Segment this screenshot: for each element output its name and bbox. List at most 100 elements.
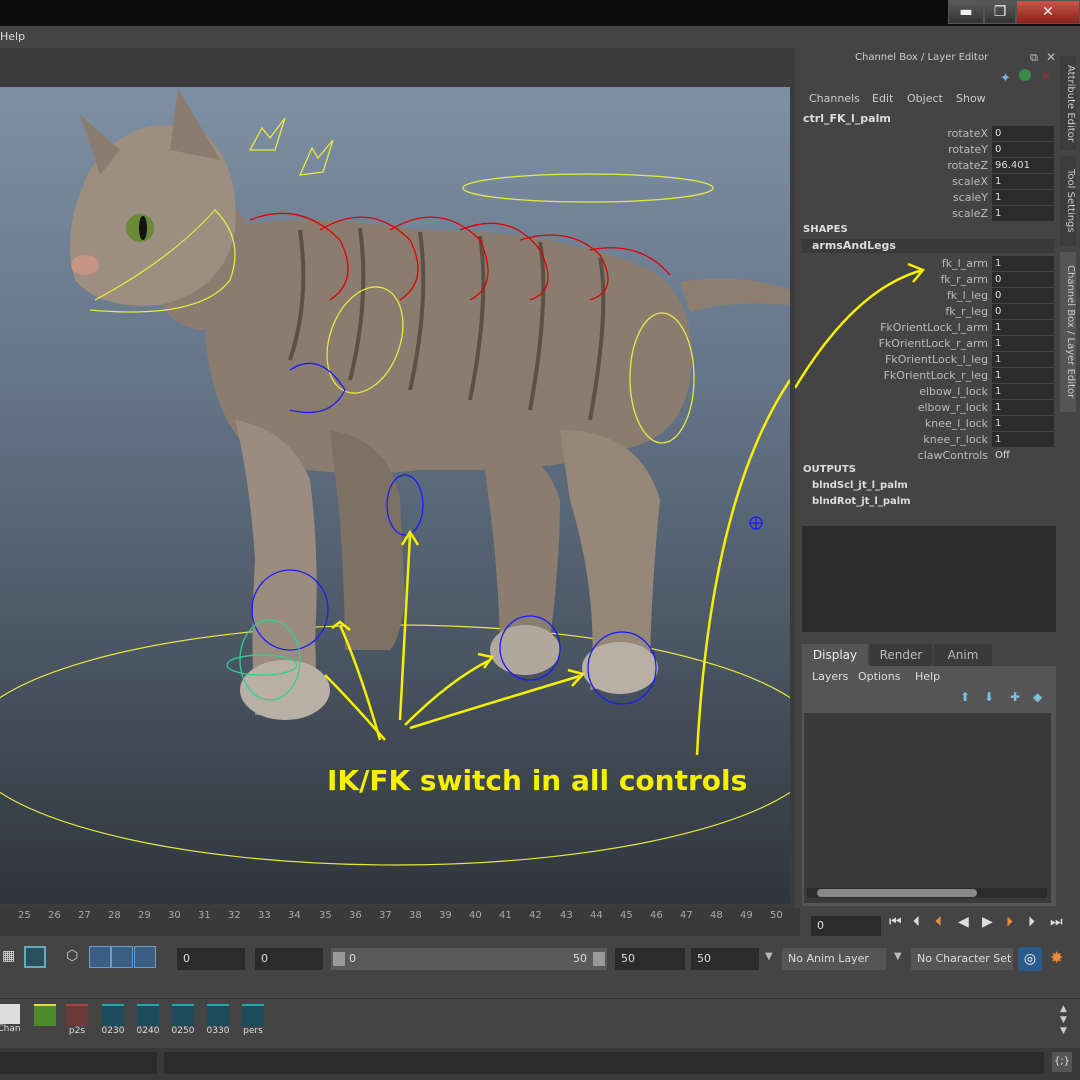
anim-end-field[interactable]: 50 (615, 948, 685, 970)
tab-attribute-editor[interactable]: Attribute Editor (1060, 56, 1076, 150)
clear-icon[interactable]: ✕ (1041, 69, 1051, 83)
prev-key-icon[interactable]: ⏴ (935, 914, 942, 930)
snapshot-icon[interactable] (24, 946, 46, 968)
attr-value[interactable]: 0 (992, 288, 1054, 303)
cube-icon[interactable]: ⬡ (66, 948, 78, 964)
tab-channel-box[interactable]: Channel Box / Layer Editor (1060, 252, 1076, 412)
attr-value[interactable]: 0 (992, 126, 1054, 141)
shape-attr-row[interactable]: FkOrientLock_l_arm 1 (795, 320, 1057, 336)
new-layer-icon[interactable]: ✚ (1010, 690, 1020, 704)
step-forward-icon[interactable]: ⏵ (1028, 914, 1035, 930)
shape-attr-row[interactable]: knee_r_lock 1 (795, 432, 1057, 448)
attr-row[interactable]: scaleX 1 (795, 174, 1057, 190)
move-layer-down-icon[interactable]: ⬇ (984, 690, 994, 704)
attr-value[interactable]: 1 (992, 400, 1054, 415)
attr-value[interactable]: 1 (992, 384, 1054, 399)
object-menu[interactable]: Object (907, 92, 943, 105)
attr-row[interactable]: scaleZ 1 (795, 206, 1057, 222)
shape-attr-row[interactable]: fk_l_leg 0 (795, 288, 1057, 304)
auto-key-icon[interactable]: ◎ (1018, 947, 1042, 971)
close-button[interactable]: ✕ (1016, 0, 1080, 24)
play-forward-icon[interactable]: ▶ (982, 914, 993, 930)
shelf-button[interactable]: 0240 (133, 1004, 163, 1038)
shelf-button[interactable] (30, 1004, 60, 1038)
shape-name[interactable]: armsAndLegs (802, 239, 1054, 253)
attr-value[interactable]: 96.401 (992, 158, 1054, 173)
anim-layer-dropdown[interactable]: No Anim Layer (782, 948, 886, 970)
shape-attr-row[interactable]: fk_r_arm 0 (795, 272, 1057, 288)
shelf-button[interactable]: 0250 (168, 1004, 198, 1038)
shelf-button[interactable]: Chan (0, 1004, 24, 1038)
anim-start-field[interactable]: 0 (255, 948, 323, 970)
help-menu[interactable]: Help (915, 670, 940, 683)
viewport[interactable]: IK/FK switch in all controls (0, 87, 790, 904)
maximize-button[interactable]: ❐ (984, 0, 1016, 24)
step-back-icon[interactable]: ⏴ (913, 914, 920, 930)
attr-value[interactable]: 1 (992, 416, 1054, 431)
show-menu[interactable]: Show (956, 92, 986, 105)
shape-attr-row[interactable]: knee_l_lock 1 (795, 416, 1057, 432)
range-slider[interactable]: 0 50 (331, 948, 607, 970)
attr-value[interactable]: Off (992, 448, 1054, 463)
chevron-down-icon[interactable]: ▼ (894, 951, 902, 962)
globe-icon[interactable] (1019, 69, 1031, 81)
attr-value[interactable]: 1 (992, 256, 1054, 271)
character-set-dropdown[interactable]: No Character Set (911, 948, 1013, 970)
tab-tool-settings[interactable]: Tool Settings (1060, 156, 1076, 246)
command-input[interactable] (0, 1052, 157, 1074)
go-to-start-icon[interactable]: ⏮ (889, 914, 902, 930)
shelf-button[interactable]: 0230 (98, 1004, 128, 1038)
shape-attr-row[interactable]: fk_r_leg 0 (795, 304, 1057, 320)
next-key-icon[interactable]: ⏵ (1006, 914, 1013, 930)
attr-row[interactable]: rotateY 0 (795, 142, 1057, 158)
shape-attr-row[interactable]: FkOrientLock_l_leg 1 (795, 352, 1057, 368)
attr-row[interactable]: rotateZ 96.401 (795, 158, 1057, 174)
layer-list[interactable] (804, 713, 1051, 903)
channels-menu[interactable]: Channels (809, 92, 860, 105)
shape-attr-row[interactable]: clawControls Off (795, 448, 1057, 464)
layers-menu[interactable]: Layers (812, 670, 848, 683)
move-layer-up-icon[interactable]: ⬆ (960, 690, 970, 704)
output-item[interactable]: blndScl_jt_l_palm (812, 480, 908, 491)
time-slider[interactable]: 25 26 27 28 29 30 31 32 33 34 35 36 37 3… (0, 908, 800, 936)
script-editor-icon[interactable]: {;} (1052, 1052, 1072, 1072)
layout-icon[interactable] (111, 946, 133, 968)
shape-attr-row[interactable]: FkOrientLock_r_leg 1 (795, 368, 1057, 384)
tab-render[interactable]: Render (870, 644, 932, 666)
float-icon[interactable]: ⧉ (1030, 51, 1038, 65)
shape-attr-row[interactable]: elbow_r_lock 1 (795, 400, 1057, 416)
axis-icon[interactable]: ✦ (1000, 71, 1011, 86)
layout-icon[interactable] (89, 946, 111, 968)
attr-value[interactable]: 1 (992, 320, 1054, 335)
output-item[interactable]: blndRot_jt_l_palm (812, 496, 911, 507)
attr-value[interactable]: 1 (992, 368, 1054, 383)
go-to-end-icon[interactable]: ⏭ (1050, 914, 1063, 930)
tab-display[interactable]: Display (802, 644, 868, 666)
keyframe-icon[interactable]: ▦ (2, 948, 15, 964)
attr-row[interactable]: rotateX 0 (795, 126, 1057, 142)
attr-value[interactable]: 1 (992, 352, 1054, 367)
attr-value[interactable]: 1 (992, 206, 1054, 221)
current-frame-field[interactable]: 0 (811, 916, 881, 936)
close-panel-icon[interactable]: ✕ (1046, 50, 1056, 64)
range-handle-right[interactable] (593, 952, 605, 966)
shelf-button[interactable]: pers (238, 1004, 268, 1038)
object-name[interactable]: ctrl_FK_l_palm (803, 112, 891, 125)
attr-value[interactable]: 0 (992, 272, 1054, 287)
attr-value[interactable]: 1 (992, 432, 1054, 447)
range-end-field[interactable]: 50 (691, 948, 759, 970)
shape-attr-row[interactable]: elbow_l_lock 1 (795, 384, 1057, 400)
tab-anim[interactable]: Anim (934, 644, 992, 666)
range-start-field[interactable]: 0 (177, 948, 245, 970)
options-menu[interactable]: Options (858, 670, 900, 683)
menu-help[interactable]: Help (0, 30, 25, 43)
chevron-down-icon[interactable]: ▼ (765, 951, 773, 962)
new-layer-from-selection-icon[interactable]: ◆ (1033, 690, 1042, 704)
edit-menu[interactable]: Edit (872, 92, 893, 105)
shelf-button[interactable]: 0330 (203, 1004, 233, 1038)
range-handle-left[interactable] (333, 952, 345, 966)
shelf-button[interactable]: p2s (62, 1004, 92, 1038)
attr-row[interactable]: scaleY 1 (795, 190, 1057, 206)
scrollbar-thumb[interactable] (817, 889, 977, 897)
layers-icon[interactable] (134, 946, 156, 968)
